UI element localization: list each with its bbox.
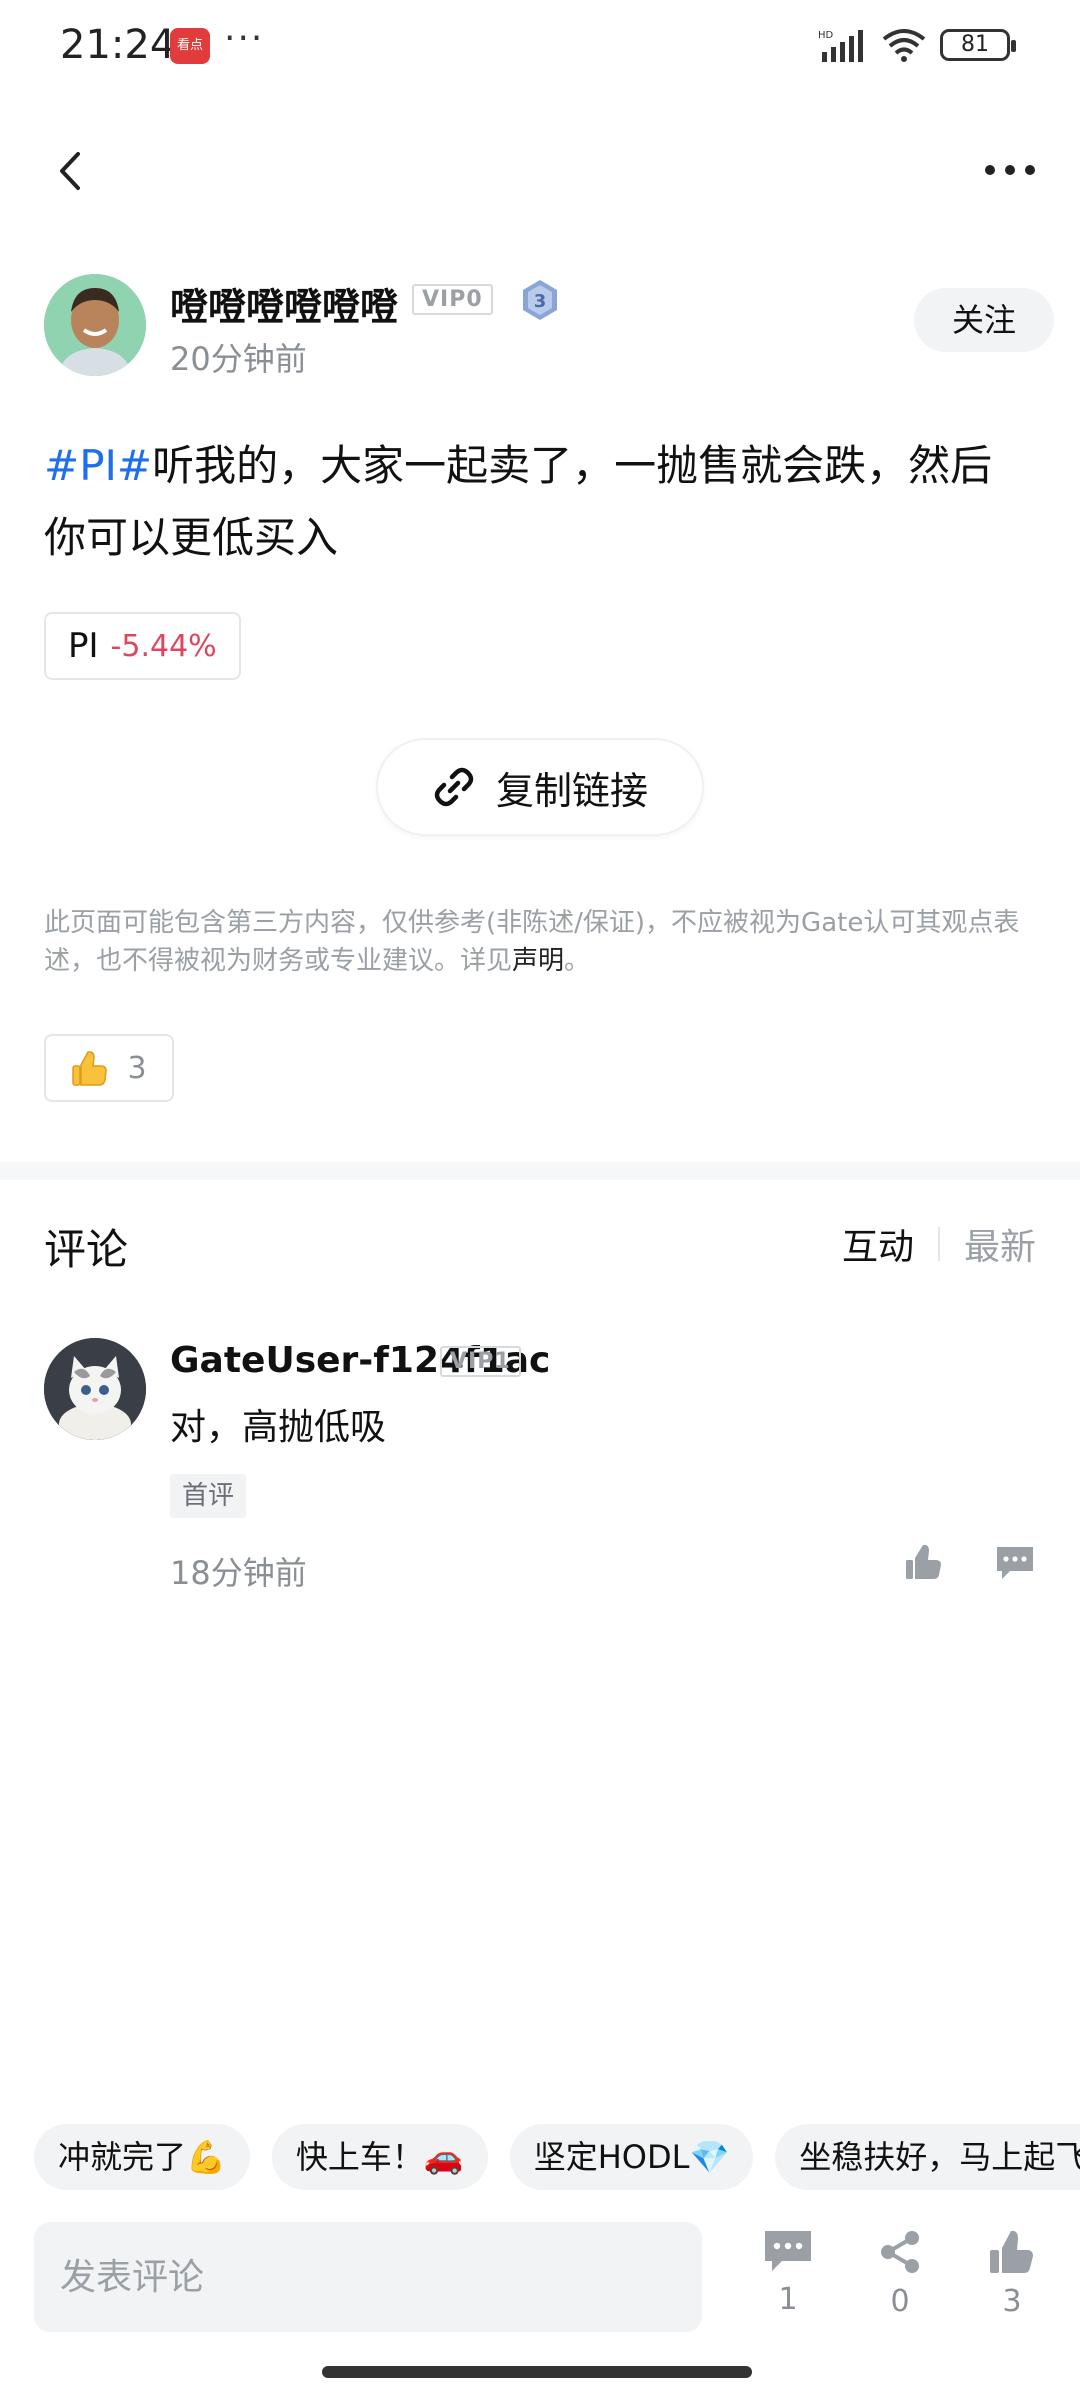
follow-button[interactable]: 关注 <box>914 288 1054 352</box>
comments-action-button[interactable]: 1 <box>748 2228 828 2338</box>
quick-reply-chip[interactable]: 冲就完了💪 <box>34 2124 250 2190</box>
comments-title: 评论 <box>44 1225 129 1274</box>
post-content: #PI#听我的，大家一起卖了，一抛售就会跌，然后你可以更低买入 <box>44 430 1034 574</box>
author-avatar[interactable] <box>44 274 146 376</box>
share-count: 0 <box>890 2284 910 2319</box>
post-like-count: 3 <box>127 1050 147 1086</box>
status-time: 21:24 <box>60 22 176 68</box>
comment-input[interactable] <box>34 2222 702 2332</box>
status-more-icon: ··· <box>224 18 265 59</box>
battery-icon: 81 <box>940 29 1016 61</box>
ticker-chip[interactable]: PI -5.44% <box>44 612 241 680</box>
status-bar: 21:24 看点 ··· HD 81 <box>0 0 1080 96</box>
comment-icon <box>765 2231 811 2271</box>
tab-divider <box>937 1227 940 1261</box>
disclaimer-link[interactable]: 声明 <box>512 946 564 976</box>
post-body-text: 听我的，大家一起卖了，一抛售就会跌，然后你可以更低买入 <box>44 441 993 562</box>
comment-like-icon[interactable] <box>904 1542 944 1582</box>
section-divider <box>0 1162 1080 1180</box>
author-name[interactable]: 噔噔噔噔噔噔 <box>170 276 398 331</box>
share-action-button[interactable]: 0 <box>860 2228 940 2338</box>
comment-time: 18分钟前 <box>170 1554 307 1592</box>
more-horizontal-icon[interactable] <box>980 150 1040 190</box>
svg-text:3: 3 <box>534 291 547 312</box>
comment-reply-icon[interactable] <box>994 1544 1036 1582</box>
home-indicator[interactable] <box>322 2366 752 2378</box>
like-count: 3 <box>1002 2284 1022 2319</box>
chevron-left-icon[interactable] <box>48 146 98 196</box>
app-notification-icon: 看点 <box>170 28 210 64</box>
like-action-button[interactable]: 3 <box>972 2228 1052 2338</box>
quick-reply-chip[interactable]: 坐稳扶好，马上起飞 <box>775 2124 1080 2190</box>
top-nav <box>0 130 1080 210</box>
disclaimer-end: 。 <box>564 946 591 976</box>
avatar-illustration <box>44 274 146 376</box>
hashtag-link[interactable]: #PI# <box>44 441 152 490</box>
ticker-change: -5.44% <box>110 628 217 664</box>
comment-item: GateUser-f124f1ac VIP1 对，高抛低吸 首评 18分钟前 <box>44 1338 1036 1598</box>
thumbs-up-icon <box>990 2231 1033 2273</box>
quick-reply-bar: 冲就完了💪 快上车！🚗 坚定HODL💎 坐稳扶好，马上起飞 <box>34 2124 1080 2190</box>
share-icon <box>881 2231 919 2273</box>
quick-reply-chip[interactable]: 坚定HODL💎 <box>509 2124 754 2190</box>
post-author: 噔噔噔噔噔噔 VIP0 3 20分钟前 关注 <box>44 274 1054 384</box>
link-icon <box>434 767 474 807</box>
first-comment-tag: 首评 <box>170 1474 247 1518</box>
status-indicators: HD 81 <box>818 28 1016 62</box>
copy-link-button[interactable]: 复制链接 <box>376 738 704 836</box>
svg-text:HD: HD <box>818 30 834 41</box>
quick-reply-chip[interactable]: 快上车！🚗 <box>271 2124 488 2190</box>
level-badge-icon: 3 <box>523 280 557 320</box>
ticker-name: PI <box>68 626 99 666</box>
comment-sort-tabs: 互动 最新 <box>842 1218 1036 1270</box>
vip-badge: VIP0 <box>412 284 493 315</box>
post-time: 20分钟前 <box>170 340 307 378</box>
cellular-signal-icon: HD <box>818 30 863 62</box>
thumbs-up-emoji-icon <box>72 1051 108 1086</box>
comment-text: 对，高抛低吸 <box>170 1407 387 1448</box>
comment-count: 1 <box>778 2282 798 2317</box>
commenter-vip-badge: VIP1 <box>440 1346 521 1377</box>
wifi-icon <box>882 29 926 62</box>
tab-interaction[interactable]: 互动 <box>842 1218 914 1270</box>
cat-avatar-illustration <box>44 1338 146 1440</box>
tab-latest[interactable]: 最新 <box>964 1218 1036 1270</box>
post-like-button[interactable]: 3 <box>44 1034 174 1102</box>
copy-link-label: 复制链接 <box>495 768 648 813</box>
disclaimer: 此页面可能包含第三方内容，仅供参考(非陈述/保证)，不应被视为Gate认可其观点… <box>44 904 1044 980</box>
commenter-avatar[interactable] <box>44 1338 146 1440</box>
